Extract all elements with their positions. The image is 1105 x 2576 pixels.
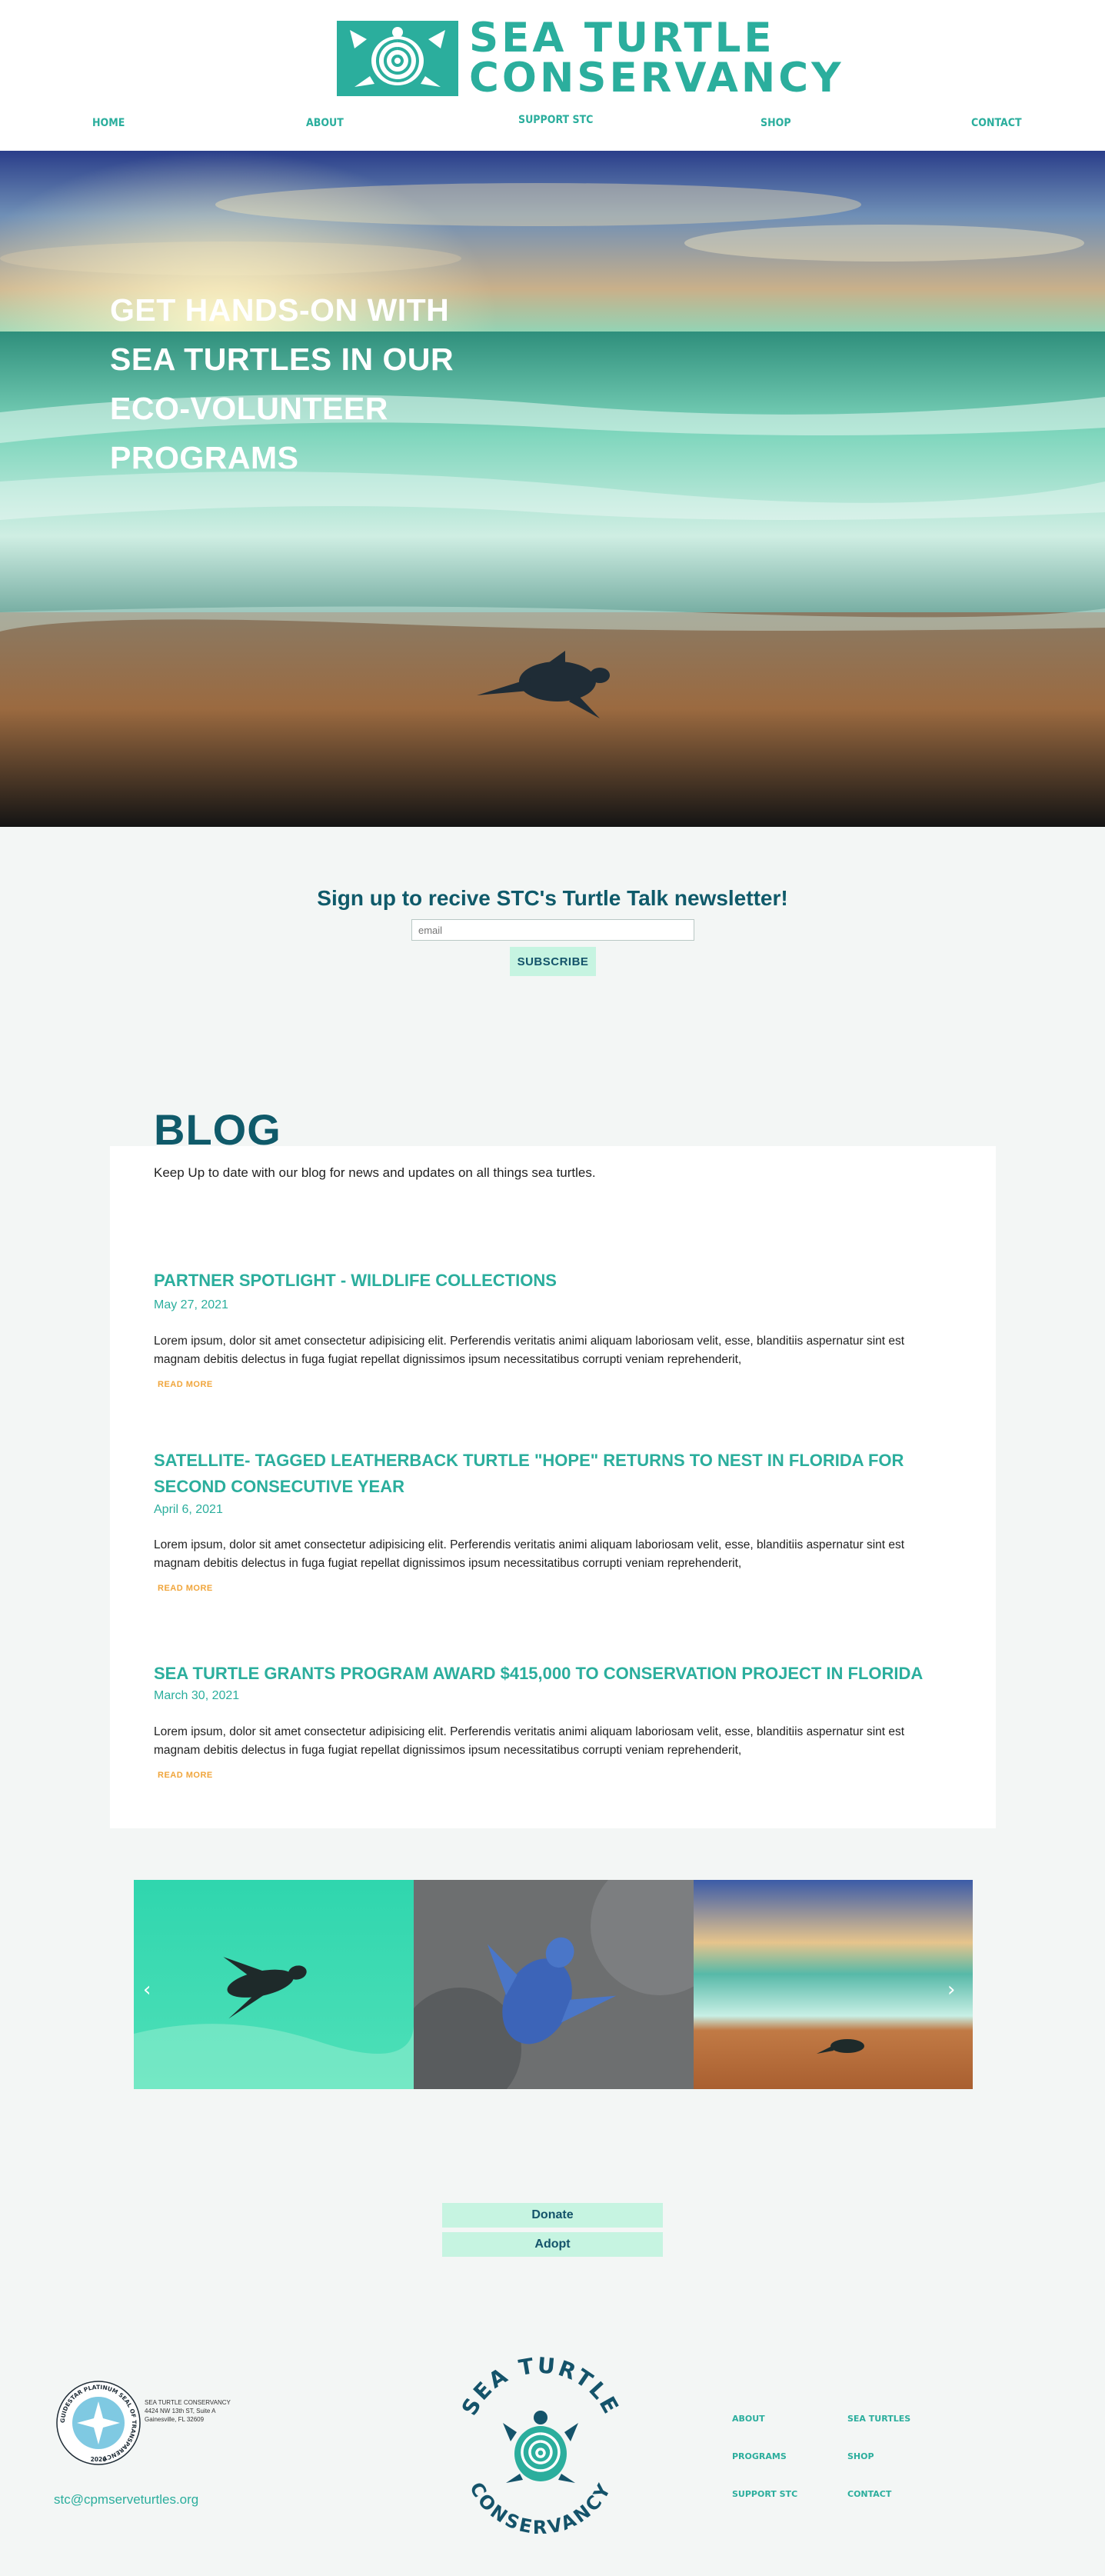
guidestar-seal-icon[interactable]: GUIDESTAR PLATINUM SEAL OF TRANSPARENCY … xyxy=(55,2380,141,2466)
hero-banner: GET HANDS-ON WITH SEA TURTLES IN OUR ECO… xyxy=(0,151,1105,827)
read-more-link[interactable]: READ MORE xyxy=(158,1380,213,1389)
post-excerpt: Lorem ipsum, dolor sit amet consectetur … xyxy=(154,1538,905,1570)
turtle-logo-icon xyxy=(337,21,458,96)
nav-shop[interactable]: SHOP xyxy=(761,117,791,129)
footer-email-link[interactable]: stc@cpmserveturtles.org xyxy=(54,2492,198,2508)
footer-turtle-icon xyxy=(503,2411,578,2483)
post-title[interactable]: SATELLITE- TAGGED LEATHERBACK TURTLE "HO… xyxy=(154,1448,954,1500)
read-more-link[interactable]: READ MORE xyxy=(158,1771,213,1780)
address-street: 4424 NW 13th ST, Suite A xyxy=(145,2408,216,2414)
nav-support-stc[interactable]: SUPPORT STC xyxy=(518,114,593,126)
postal-address: SEA TURTLE CONSERVANCY 4424 NW 13th ST, … xyxy=(145,2398,231,2424)
carousel-prev-icon[interactable]: ‹ xyxy=(143,1978,151,2001)
nav-contact[interactable]: CONTACT xyxy=(971,117,1022,129)
carousel-image-hatchling xyxy=(414,1880,694,2089)
carousel-image-beach xyxy=(694,1880,973,2089)
post-title[interactable]: PARTNER SPOTLIGHT - WILDLIFE COLLECTIONS xyxy=(154,1268,954,1294)
post-title[interactable]: SEA TURTLE GRANTS PROGRAM AWARD $415,000… xyxy=(154,1661,954,1687)
seal-year: 2020 xyxy=(91,2456,107,2463)
email-field[interactable] xyxy=(411,919,694,941)
logo-wordmark: SEA TURTLE CONSERVANCY xyxy=(469,18,844,98)
subscribe-button[interactable]: SUBSCRIBE xyxy=(510,947,596,976)
logo-line-1: SEA TURTLE xyxy=(469,15,775,62)
footer-logo[interactable]: SEA TURTLE CONSERVANCY xyxy=(452,2352,629,2537)
footer-link-sea-turtles[interactable]: SEA TURTLES xyxy=(847,2414,910,2424)
hero-headline: GET HANDS-ON WITH SEA TURTLES IN OUR ECO… xyxy=(110,292,454,475)
post-date: March 30, 2021 xyxy=(154,1689,240,1702)
blog-intro: Keep Up to date with our blog for news a… xyxy=(154,1165,596,1180)
svg-text:SEA TURTLE: SEA TURTLE xyxy=(457,2352,625,2419)
footer-link-programs[interactable]: PROGRAMS xyxy=(732,2451,787,2461)
newsletter-title: Sign up to recive STC's Turtle Talk news… xyxy=(317,886,788,910)
carousel-image-underwater xyxy=(134,1880,414,2089)
adopt-button[interactable]: Adopt xyxy=(442,2232,663,2257)
svg-text:CONSERVANCY: CONSERVANCY xyxy=(465,2478,616,2537)
read-more-link[interactable]: READ MORE xyxy=(158,1584,213,1593)
address-name: SEA TURTLE CONSERVANCY xyxy=(145,2399,231,2406)
blog-title: BLOG xyxy=(154,1105,281,1154)
photo-carousel xyxy=(134,1880,973,2089)
logo-line-2: CONSERVANCY xyxy=(469,55,844,102)
footer-link-contact[interactable]: CONTACT xyxy=(847,2489,891,2499)
hero-beach-image xyxy=(0,151,1105,827)
post-excerpt: Lorem ipsum, dolor sit amet consectetur … xyxy=(154,1335,905,1366)
nav-about[interactable]: ABOUT xyxy=(306,117,344,129)
footer-link-support-stc[interactable]: SUPPORT STC xyxy=(732,2489,797,2499)
footer-link-about[interactable]: ABOUT xyxy=(732,2414,765,2424)
site-logo[interactable]: SEA TURTLE CONSERVANCY xyxy=(337,18,844,98)
footer-logo-top-text: SEA TURTLE xyxy=(457,2352,623,2419)
donate-button[interactable]: Donate xyxy=(442,2203,663,2228)
nav-home[interactable]: HOME xyxy=(92,117,125,129)
site-header: SEA TURTLE CONSERVANCY HOME ABOUT SUPPOR… xyxy=(0,0,1105,151)
address-city: Gainesville, FL 32609 xyxy=(145,2416,205,2423)
carousel-next-icon[interactable]: › xyxy=(947,1978,955,2001)
footer-link-shop[interactable]: SHOP xyxy=(847,2451,874,2461)
main-nav: HOME ABOUT SUPPORT STC SHOP CONTACT xyxy=(0,114,1105,137)
post-date: April 6, 2021 xyxy=(154,1503,223,1516)
post-date: May 27, 2021 xyxy=(154,1298,228,1311)
post-excerpt: Lorem ipsum, dolor sit amet consectetur … xyxy=(154,1725,905,1757)
footer-logo-bottom-text: CONSERVANCY xyxy=(465,2478,614,2537)
